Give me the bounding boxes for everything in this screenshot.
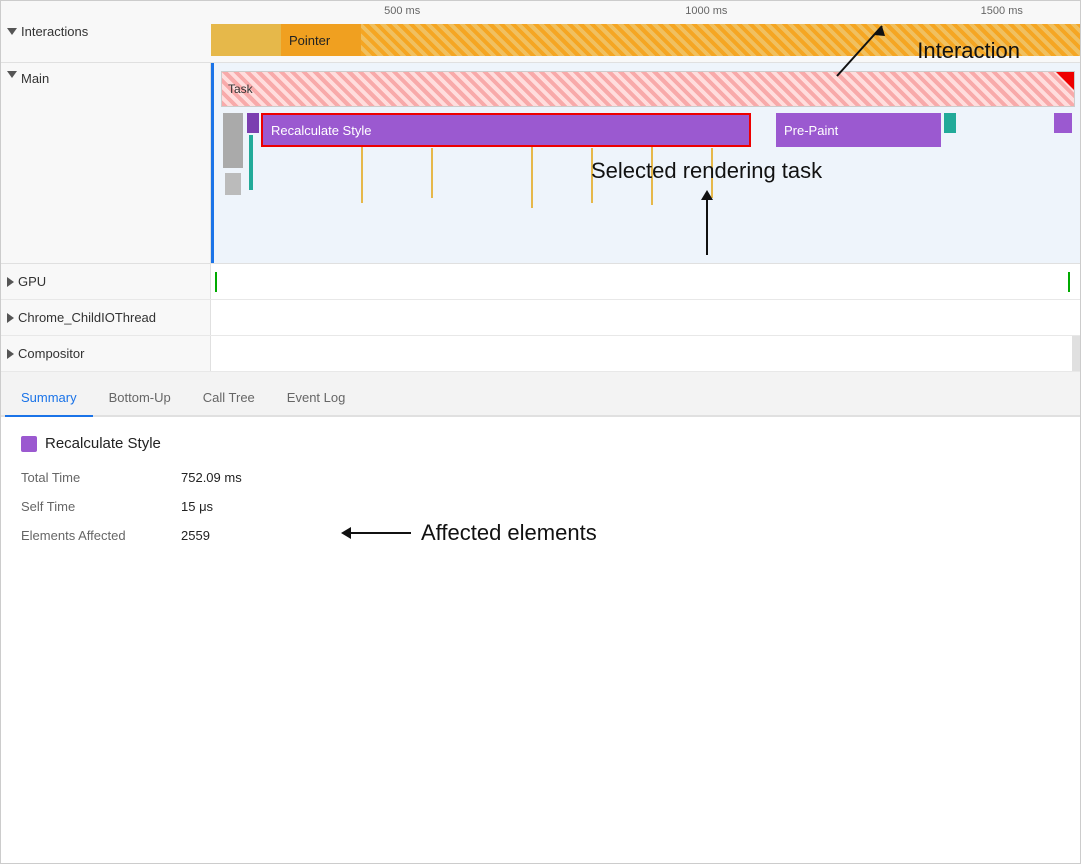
interactions-timeline: 500 ms 1000 ms 1500 ms Pointer [211,1,1080,62]
tick-3 [531,143,533,208]
compositor-label: Compositor [1,336,211,371]
small-purple-1 [247,113,259,133]
small-purple-2 [1054,113,1072,133]
affected-arrow [341,527,411,539]
rendering-annotation: Selected rendering task [591,158,822,255]
total-time-value: 752.09 ms [181,470,242,485]
chrome-row: Chrome_ChildIOThread [1,300,1080,336]
task-label: Task [228,82,253,96]
tick-6 [711,148,713,198]
elements-affected-label: Elements Affected [21,528,181,543]
arrow-vertical-line [706,200,708,255]
collapse-main-icon[interactable] [7,71,17,78]
summary-title-text: Recalculate Style [45,435,161,452]
small-green-1 [249,135,253,190]
recalc-label: Recalculate Style [271,123,371,138]
gpu-label: GPU [1,264,211,299]
blue-left-border [211,63,214,263]
chrome-label: Chrome_ChildIOThread [1,300,211,335]
summary-panel: Recalculate Style Total Time 752.09 ms S… [1,417,1080,561]
collapse-interactions-icon[interactable] [7,28,17,35]
compositor-row: Compositor [1,336,1080,372]
summary-color-swatch [21,436,37,452]
compositor-text: Compositor [18,346,84,361]
tab-call-tree[interactable]: Call Tree [187,382,271,417]
recalc-bar[interactable]: Recalculate Style [261,113,751,147]
tab-summary[interactable]: Summary [5,382,93,417]
pointer-label: Pointer [281,24,361,56]
compositor-content [211,336,1080,371]
interactions-label: Interactions [1,24,211,39]
summary-title: Recalculate Style [21,435,1060,452]
tabs-bar: Summary Bottom-Up Call Tree Event Log [1,372,1080,417]
tab-event-log[interactable]: Event Log [271,382,362,417]
tick-5 [651,145,653,205]
arrowhead-left-icon [341,527,351,539]
arrow-h-line [351,532,411,534]
time-label-1500: 1500 ms [981,5,1023,17]
gray-block-1 [223,113,243,168]
self-time-value: 15 μs [181,499,213,514]
main-text: Main [21,71,49,86]
prepaint-bar[interactable]: Pre-Paint [776,113,941,147]
gpu-green-line-2 [1068,272,1070,292]
time-label-500: 500 ms [384,5,420,17]
total-time-row: Total Time 752.09 ms [21,470,1060,485]
interactions-row: Interactions 500 ms 1000 ms 1500 ms Poin… [1,1,1080,63]
rendering-arrow [701,190,713,255]
affected-annotation-text: Affected elements [421,520,597,546]
expand-gpu-icon[interactable] [7,277,14,287]
main-timeline: Task Recalculate Style Pre-Paint [211,63,1080,263]
gpu-row: GPU [1,264,1080,300]
time-label-1000: 1000 ms [685,5,727,17]
gpu-content [211,264,1080,299]
affected-elements-row: Elements Affected 2559 Affected elements [21,528,1060,543]
pointer-yellow-block [211,24,281,56]
expand-chrome-icon[interactable] [7,313,14,323]
tick-2 [431,148,433,198]
interactions-text: Interactions [21,24,88,39]
chrome-text: Chrome_ChildIOThread [18,310,156,325]
pointer-bar: Pointer [211,21,1080,59]
expand-compositor-icon[interactable] [7,349,14,359]
tab-bottom-up[interactable]: Bottom-Up [93,382,187,417]
self-time-row: Self Time 15 μs [21,499,1060,514]
main-label: Main [1,63,211,263]
main-row: Main Task Recalculate Style Pre-Paint [1,63,1080,264]
prepaint-label: Pre-Paint [784,123,838,138]
small-green-2 [944,113,956,133]
tick-1 [361,143,363,203]
task-bar[interactable]: Task [221,71,1075,107]
time-ruler: 500 ms 1000 ms 1500 ms [211,1,1080,21]
tick-4 [591,148,593,203]
gpu-green-line-1 [215,272,217,292]
total-time-label: Total Time [21,470,181,485]
chrome-content [211,300,1080,335]
self-time-label: Self Time [21,499,181,514]
elements-affected-value: 2559 [181,528,210,543]
pointer-hatched-bar [361,24,1080,56]
gpu-text: GPU [18,274,46,289]
gray-block-2 [225,173,241,195]
rendering-text: Selected rendering task [591,158,822,184]
affected-annotation: Affected elements [341,520,597,546]
